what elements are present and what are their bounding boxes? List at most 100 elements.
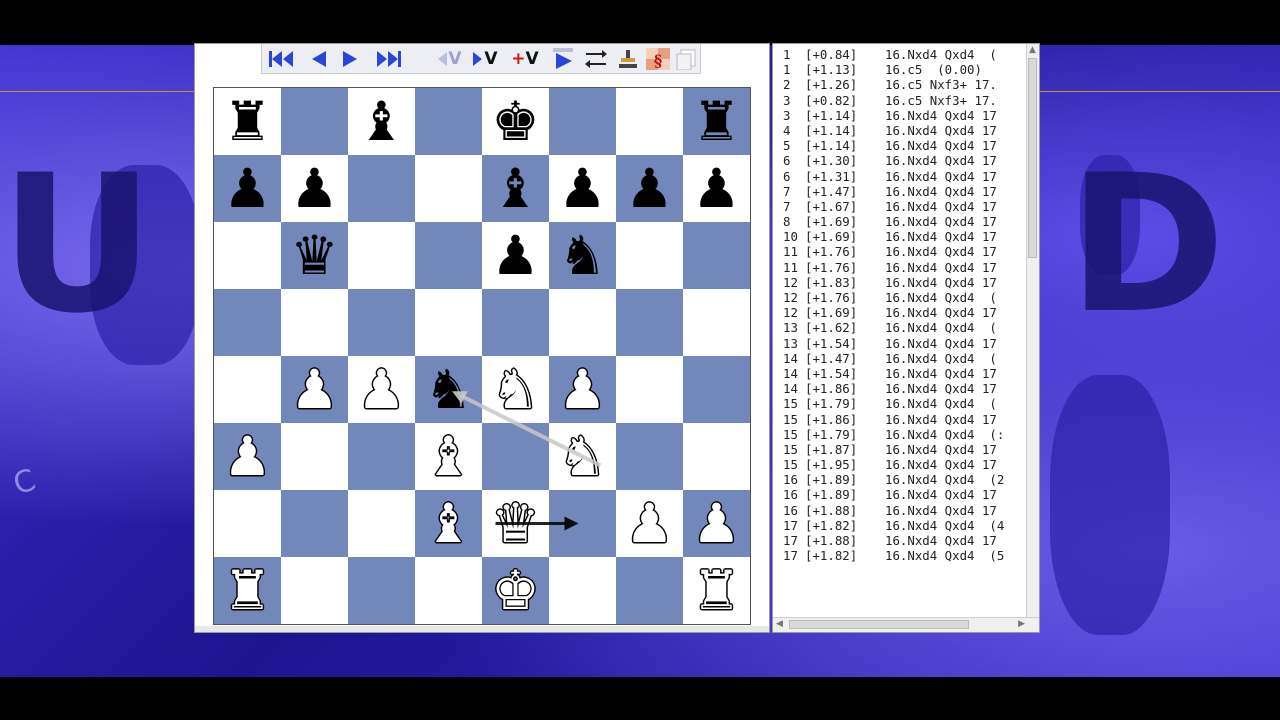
square-h8[interactable]: ♜ [683, 88, 750, 155]
square-h1[interactable]: ♜ [683, 557, 750, 624]
square-f2[interactable] [549, 490, 616, 557]
square-b2[interactable] [281, 490, 348, 557]
white-pawn-icon[interactable]: ♟ [290, 362, 338, 417]
black-queen-icon[interactable]: ♛ [290, 228, 338, 283]
white-pawn-icon[interactable]: ♟ [558, 362, 606, 417]
square-d2[interactable]: ♝ [415, 490, 482, 557]
square-f6[interactable]: ♞ [549, 222, 616, 289]
analysis-line[interactable]: 16 [+1.88] 16.Nxd4 Qxd4 17 [783, 503, 1028, 518]
square-c3[interactable] [348, 423, 415, 490]
white-pawn-icon[interactable]: ♟ [357, 362, 405, 417]
analysis-line[interactable]: 2 [+1.26] 16.c5 Nxf3+ 17. [783, 77, 1028, 92]
black-pawn-icon[interactable]: ♟ [290, 161, 338, 216]
analysis-vertical-scroll-thumb[interactable] [1028, 58, 1037, 258]
variation-forward-button[interactable]: V [468, 47, 502, 71]
analysis-line[interactable]: 14 [+1.54] 16.Nxd4 Qxd4 17 [783, 366, 1028, 381]
square-c6[interactable] [348, 222, 415, 289]
black-rook-icon[interactable]: ♜ [223, 94, 271, 149]
white-pawn-icon[interactable]: ♟ [692, 496, 740, 551]
analysis-line[interactable]: 12 [+1.83] 16.Nxd4 Qxd4 17 [783, 275, 1028, 290]
analysis-line[interactable]: 4 [+1.14] 16.Nxd4 Qxd4 17 [783, 123, 1028, 138]
black-pawn-icon[interactable]: ♟ [491, 228, 539, 283]
analysis-line[interactable]: 1 [+0.84] 16.Nxd4 Qxd4 ( [783, 47, 1028, 62]
play-button[interactable] [548, 47, 578, 71]
square-b4[interactable]: ♟ [281, 356, 348, 423]
square-e1[interactable]: ♚ [482, 557, 549, 624]
analysis-line[interactable]: 13 [+1.54] 16.Nxd4 Qxd4 17 [783, 336, 1028, 351]
square-a3[interactable]: ♟ [214, 423, 281, 490]
analysis-line[interactable]: 7 [+1.67] 16.Nxd4 Qxd4 17 [783, 199, 1028, 214]
white-knight-icon[interactable]: ♞ [491, 362, 539, 417]
skip-to-start-button[interactable] [266, 47, 296, 71]
square-g7[interactable]: ♟ [616, 155, 683, 222]
black-bishop-icon[interactable]: ♝ [491, 161, 539, 216]
analysis-line[interactable]: 16 [+1.89] 16.Nxd4 Qxd4 17 [783, 487, 1028, 502]
scroll-up-icon[interactable]: ▲ [1029, 45, 1036, 55]
square-g6[interactable] [616, 222, 683, 289]
white-bishop-icon[interactable]: ♝ [424, 496, 472, 551]
white-pawn-icon[interactable]: ♟ [223, 429, 271, 484]
square-d6[interactable] [415, 222, 482, 289]
square-h4[interactable] [683, 356, 750, 423]
analysis-line[interactable]: 15 [+1.87] 16.Nxd4 Qxd4 17 [783, 442, 1028, 457]
square-d8[interactable] [415, 88, 482, 155]
square-h2[interactable]: ♟ [683, 490, 750, 557]
analysis-line[interactable]: 3 [+1.14] 16.Nxd4 Qxd4 17 [783, 108, 1028, 123]
analysis-line[interactable]: 17 [+1.82] 16.Nxd4 Qxd4 (4 [783, 518, 1028, 533]
analysis-line[interactable]: 10 [+1.69] 16.Nxd4 Qxd4 17 [783, 229, 1028, 244]
white-queen-icon[interactable]: ♛ [491, 496, 539, 551]
white-rook-icon[interactable]: ♜ [223, 563, 271, 618]
square-a8[interactable]: ♜ [214, 88, 281, 155]
black-king-icon[interactable]: ♚ [491, 94, 539, 149]
square-f5[interactable] [549, 289, 616, 356]
black-knight-icon[interactable]: ♞ [424, 362, 472, 417]
square-b8[interactable] [281, 88, 348, 155]
black-bishop-icon[interactable]: ♝ [357, 94, 405, 149]
square-h6[interactable] [683, 222, 750, 289]
square-a2[interactable] [214, 490, 281, 557]
square-g4[interactable] [616, 356, 683, 423]
square-d1[interactable] [415, 557, 482, 624]
skip-to-end-button[interactable] [374, 47, 404, 71]
square-a1[interactable]: ♜ [214, 557, 281, 624]
square-c7[interactable] [348, 155, 415, 222]
square-e7[interactable]: ♝ [482, 155, 549, 222]
analysis-lines[interactable]: 1 [+0.84] 16.Nxd4 Qxd4 (1 [+1.13] 16.c5 (0.0… [783, 47, 1028, 617]
black-pawn-icon[interactable]: ♟ [625, 161, 673, 216]
analysis-line[interactable]: 15 [+1.79] 16.Nxd4 Qxd4 (: [783, 427, 1028, 442]
square-e5[interactable] [482, 289, 549, 356]
square-e4[interactable]: ♞ [482, 356, 549, 423]
analysis-line[interactable]: 8 [+1.69] 16.Nxd4 Qxd4 17 [783, 214, 1028, 229]
analysis-line[interactable]: 1 [+1.13] 16.c5 (0.00) [783, 62, 1028, 77]
square-b1[interactable] [281, 557, 348, 624]
scroll-left-icon[interactable]: ◀ [776, 619, 783, 629]
analysis-line[interactable]: 14 [+1.86] 16.Nxd4 Qxd4 17 [783, 381, 1028, 396]
square-c2[interactable] [348, 490, 415, 557]
analysis-line[interactable]: 6 [+1.31] 16.Nxd4 Qxd4 17 [783, 169, 1028, 184]
square-d3[interactable]: ♝ [415, 423, 482, 490]
white-rook-icon[interactable]: ♜ [692, 563, 740, 618]
black-pawn-icon[interactable]: ♟ [558, 161, 606, 216]
scroll-right-icon[interactable]: ▶ [1018, 619, 1025, 629]
analysis-line[interactable]: 11 [+1.76] 16.Nxd4 Qxd4 17 [783, 244, 1028, 259]
add-variation-button[interactable]: ++VV [508, 47, 542, 71]
black-rook-icon[interactable]: ♜ [692, 94, 740, 149]
square-c4[interactable]: ♟ [348, 356, 415, 423]
analysis-line[interactable]: 17 [+1.82] 16.Nxd4 Qxd4 (5 [783, 548, 1028, 563]
square-f7[interactable]: ♟ [549, 155, 616, 222]
square-b6[interactable]: ♛ [281, 222, 348, 289]
square-c1[interactable] [348, 557, 415, 624]
square-a7[interactable]: ♟ [214, 155, 281, 222]
analysis-line[interactable]: 3 [+0.82] 16.c5 Nxf3+ 17. [783, 93, 1028, 108]
black-pawn-icon[interactable]: ♟ [223, 161, 271, 216]
analysis-vertical-scrollbar[interactable]: ▲ [1026, 44, 1039, 619]
board-window-scrollbar[interactable] [195, 626, 769, 632]
square-g5[interactable] [616, 289, 683, 356]
square-g8[interactable] [616, 88, 683, 155]
analysis-line[interactable]: 12 [+1.76] 16.Nxd4 Qxd4 ( [783, 290, 1028, 305]
square-f3[interactable]: ♞ [549, 423, 616, 490]
black-pawn-icon[interactable]: ♟ [692, 161, 740, 216]
square-e8[interactable]: ♚ [482, 88, 549, 155]
square-b5[interactable] [281, 289, 348, 356]
square-a4[interactable] [214, 356, 281, 423]
